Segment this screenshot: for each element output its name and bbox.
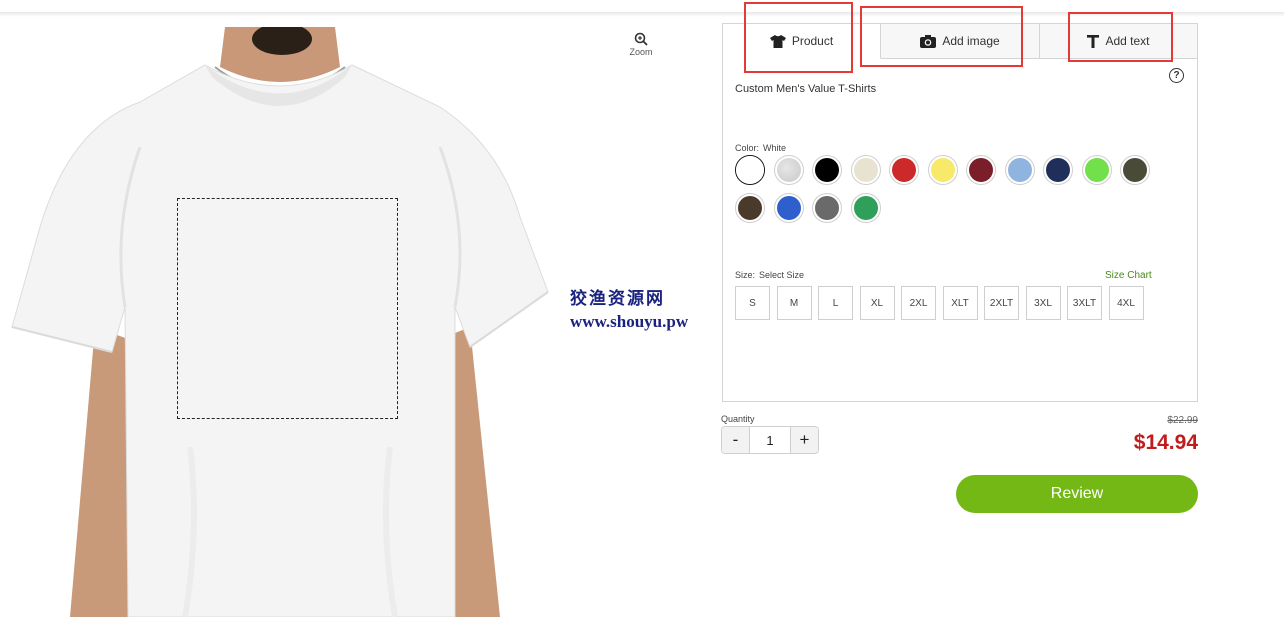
quantity-decrease-button[interactable]: - — [722, 427, 750, 453]
zoom-in-icon — [634, 32, 648, 46]
sale-price: $14.94 — [1133, 431, 1198, 454]
size-option[interactable]: 3XLT — [1067, 286, 1102, 320]
size-option[interactable]: 2XL — [901, 286, 936, 320]
camera-icon — [920, 34, 937, 48]
editor-tabs: Product Add image Add text — [723, 24, 1197, 59]
quantity-stepper: - 1 + — [721, 426, 819, 454]
size-label: Size: Select Size — [735, 270, 804, 280]
color-swatch[interactable] — [812, 193, 842, 223]
tab-add-text-label: Add text — [1105, 34, 1150, 48]
size-option[interactable]: 3XL — [1025, 286, 1061, 320]
quantity-increase-button[interactable]: + — [790, 427, 818, 453]
review-button[interactable]: Review — [956, 475, 1198, 513]
color-swatch[interactable] — [889, 155, 919, 185]
zoom-button[interactable]: Zoom — [624, 27, 658, 61]
browser-top-edge — [0, 0, 1284, 17]
size-option[interactable]: XLT — [942, 286, 978, 320]
color-swatch[interactable] — [812, 155, 842, 185]
watermark-chinese: 狡渔资源网 — [570, 289, 665, 308]
product-preview — [0, 27, 560, 617]
color-swatch[interactable] — [1081, 155, 1112, 185]
color-swatch[interactable] — [773, 155, 804, 185]
watermark-url: www.shouyu.pw — [570, 312, 689, 331]
color-label: Color: White — [735, 143, 786, 153]
color-swatch[interactable] — [735, 155, 765, 185]
selected-size: Select Size — [759, 270, 805, 280]
tab-add-image-label: Add image — [942, 34, 1000, 48]
original-price: $22.99 — [1167, 415, 1198, 426]
zoom-label: Zoom — [629, 46, 653, 57]
color-swatch[interactable] — [1043, 155, 1073, 185]
size-label-text: Size: — [735, 270, 756, 280]
editor-panel: Product Add image Add text ? Custom Men'… — [722, 23, 1198, 402]
size-chart-link[interactable]: Size Chart — [1105, 270, 1152, 281]
tab-product-label: Product — [791, 34, 834, 48]
tab-product[interactable]: Product — [723, 24, 881, 59]
size-option[interactable]: XL — [859, 286, 895, 320]
size-option[interactable]: M — [776, 286, 812, 320]
watermark: 狡渔资源网 www.shouyu.pw — [570, 284, 718, 332]
size-option[interactable]: S — [735, 286, 770, 320]
color-swatch[interactable] — [850, 193, 881, 223]
selected-color: White — [763, 143, 787, 153]
color-swatch[interactable] — [773, 193, 804, 223]
size-option[interactable]: 4XL — [1108, 286, 1144, 320]
size-option[interactable]: 2XLT — [984, 286, 1019, 320]
color-swatch[interactable] — [927, 155, 958, 185]
color-swatch[interactable] — [966, 155, 996, 185]
print-area[interactable] — [177, 198, 398, 419]
size-option[interactable]: L — [818, 286, 853, 320]
quantity-label: Quantity — [721, 414, 755, 424]
color-swatch[interactable] — [850, 155, 881, 185]
help-icon[interactable]: ? — [1169, 68, 1184, 83]
quantity-input[interactable]: 1 — [750, 427, 790, 453]
product-name: Custom Men's Value T-Shirts — [735, 83, 877, 95]
tab-add-image[interactable]: Add image — [881, 24, 1040, 59]
color-swatch[interactable] — [1004, 155, 1035, 185]
text-icon — [1087, 34, 1100, 48]
tshirt-icon — [769, 34, 786, 48]
color-label-text: Color: — [735, 143, 760, 153]
color-swatch[interactable] — [735, 193, 765, 223]
color-swatch[interactable] — [1120, 155, 1150, 185]
tab-add-text[interactable]: Add text — [1040, 24, 1197, 59]
